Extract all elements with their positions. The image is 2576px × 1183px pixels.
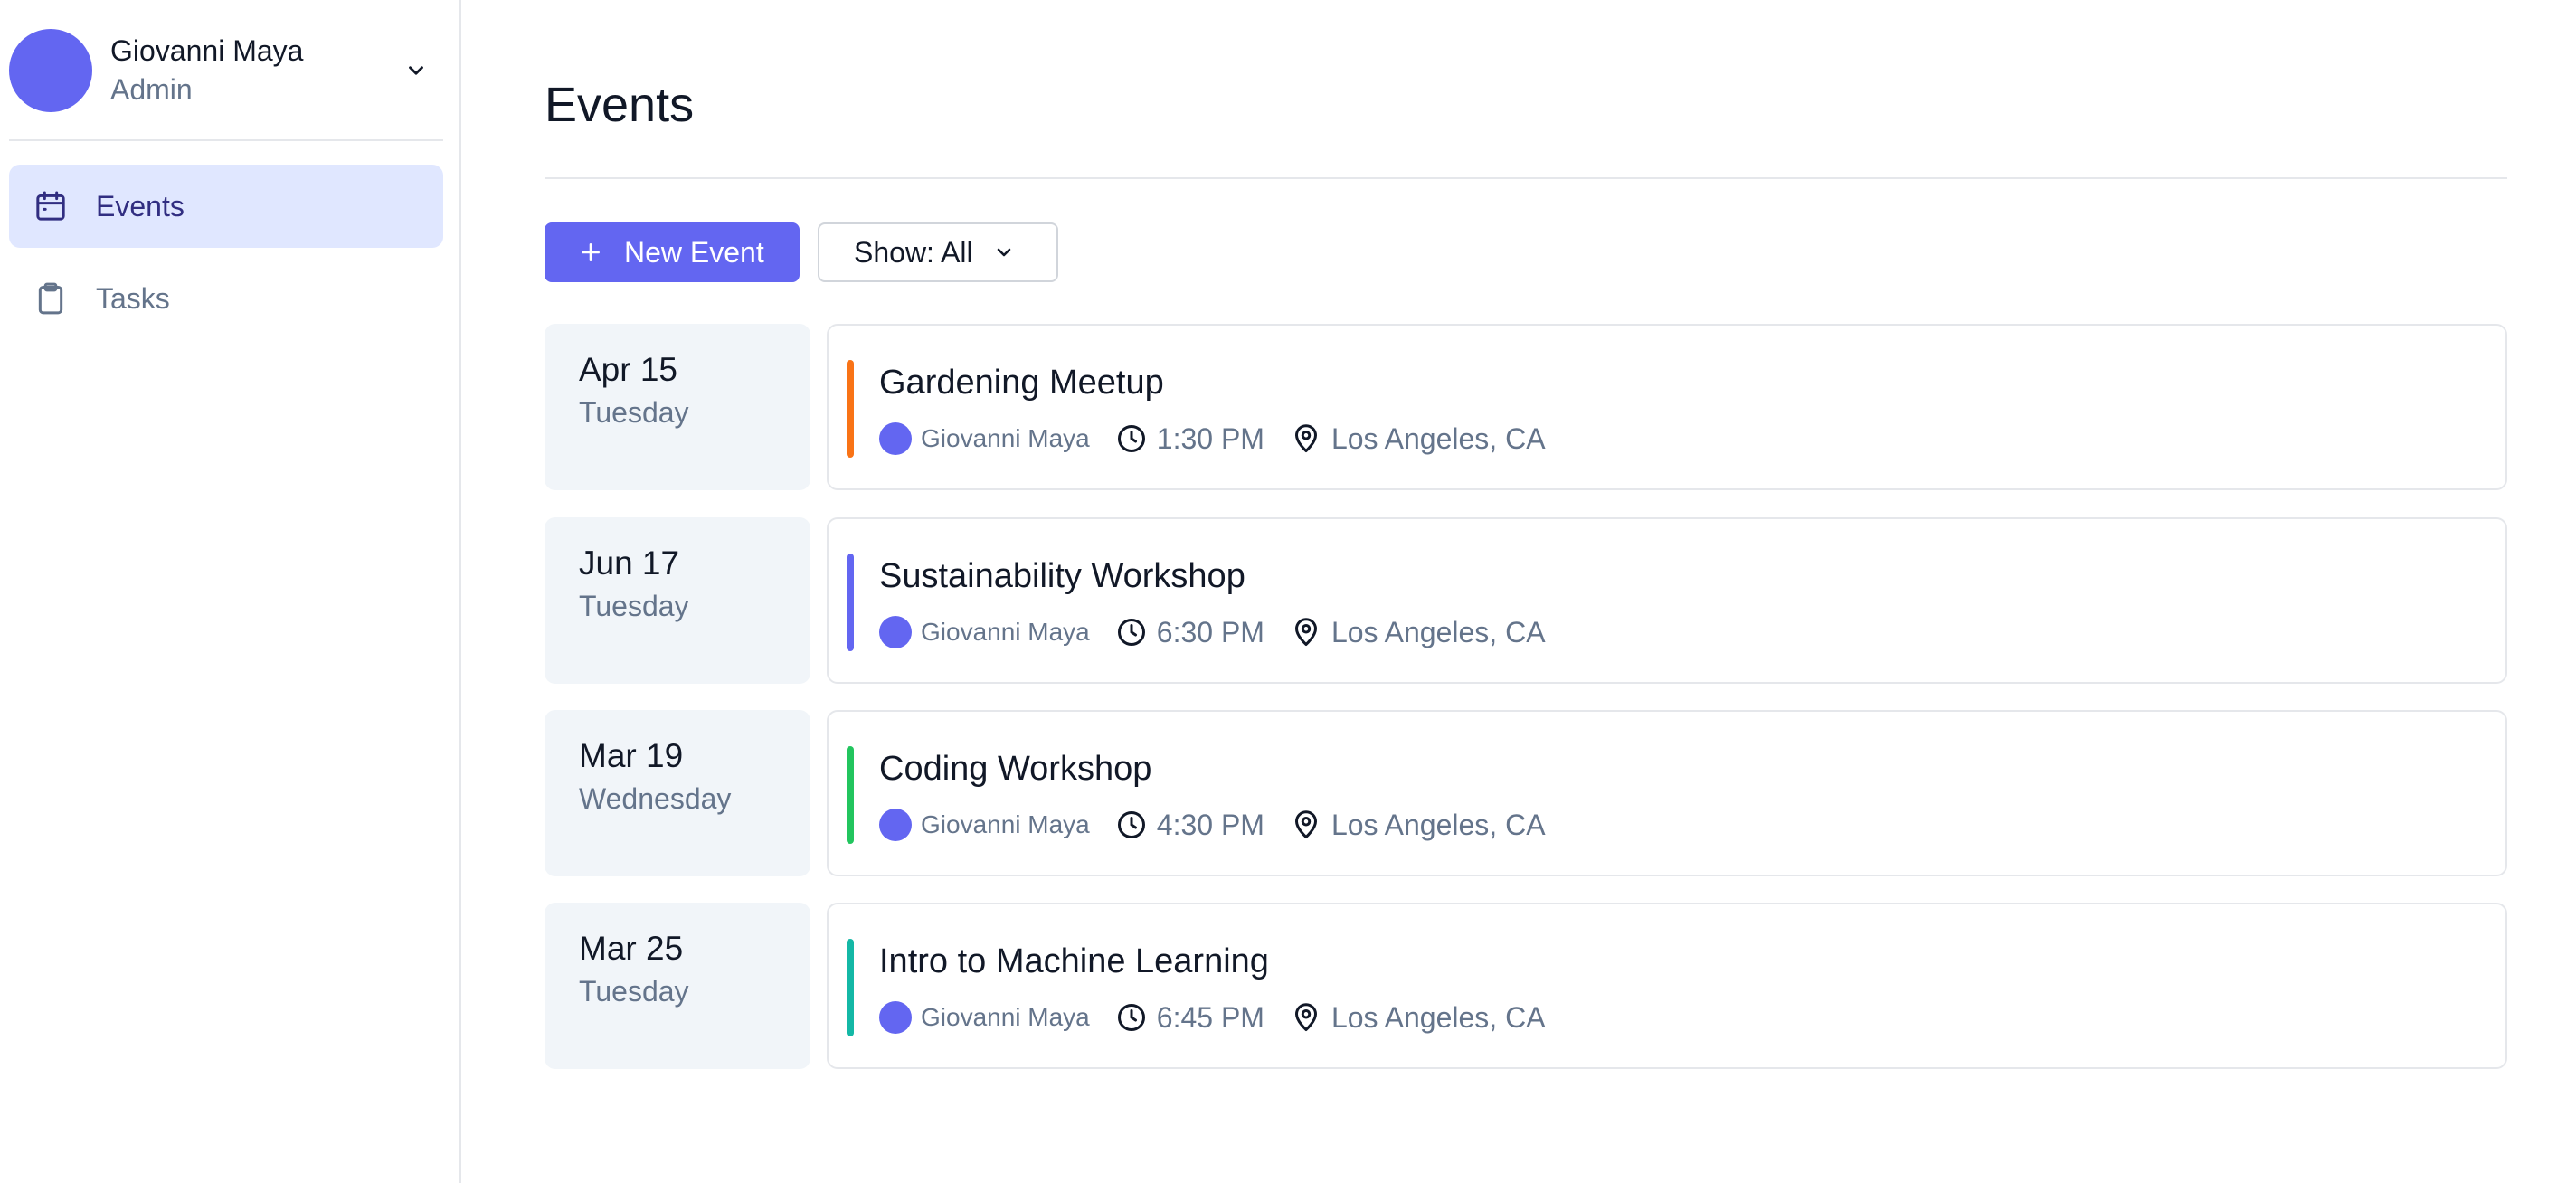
event-weekday: Wednesday bbox=[579, 782, 732, 815]
event-meta: Giovanni Maya 1:30 PM Los Angeles, CA bbox=[879, 420, 1546, 458]
map-pin-icon bbox=[1290, 809, 1322, 841]
app-root: Giovanni Maya Admin Events Tasks Events bbox=[0, 0, 2576, 1183]
date-box: Jun 17 Tuesday bbox=[545, 517, 810, 684]
title-divider bbox=[545, 177, 2507, 179]
avatar bbox=[879, 422, 912, 455]
sidebar: Giovanni Maya Admin Events Tasks bbox=[0, 0, 461, 1183]
event-title: Coding Workshop bbox=[879, 750, 1152, 788]
clipboard-icon bbox=[33, 280, 69, 317]
event-card[interactable]: Coding Workshop Giovanni Maya 4:30 PM Lo… bbox=[827, 710, 2507, 876]
event-meta: Giovanni Maya 4:30 PM Los Angeles, CA bbox=[879, 806, 1546, 844]
map-pin-icon bbox=[1290, 616, 1322, 648]
event-time: 6:30 PM bbox=[1156, 615, 1264, 648]
event-date: Apr 15 bbox=[579, 351, 678, 388]
clock-icon bbox=[1115, 422, 1148, 455]
event-time: 6:45 PM bbox=[1156, 1000, 1264, 1034]
event-organizer: Giovanni Maya bbox=[921, 618, 1090, 646]
event-organizer: Giovanni Maya bbox=[921, 424, 1090, 452]
event-weekday: Tuesday bbox=[579, 590, 689, 622]
user-info: Giovanni Maya Admin bbox=[110, 32, 303, 109]
sidebar-item-label: Events bbox=[96, 189, 185, 222]
event-meta: Giovanni Maya 6:30 PM Los Angeles, CA bbox=[879, 613, 1546, 651]
event-title: Sustainability Workshop bbox=[879, 557, 1245, 595]
user-role: Admin bbox=[110, 73, 193, 106]
event-organizer: Giovanni Maya bbox=[921, 810, 1090, 838]
event-card[interactable]: Sustainability Workshop Giovanni Maya 6:… bbox=[827, 517, 2507, 684]
sidebar-item-events[interactable]: Events bbox=[9, 165, 443, 248]
chevron-down-icon[interactable] bbox=[398, 52, 434, 89]
event-card[interactable]: Gardening Meetup Giovanni Maya 1:30 PM L… bbox=[827, 324, 2507, 490]
event-location: Los Angeles, CA bbox=[1331, 1000, 1546, 1034]
map-pin-icon bbox=[1290, 422, 1322, 455]
user-name: Giovanni Maya bbox=[110, 34, 304, 67]
sidebar-divider bbox=[9, 139, 443, 141]
event-card[interactable]: Intro to Machine Learning Giovanni Maya … bbox=[827, 903, 2507, 1069]
event-time: 1:30 PM bbox=[1156, 421, 1264, 455]
clock-icon bbox=[1115, 616, 1148, 648]
event-date: Mar 25 bbox=[579, 930, 684, 967]
event-color-bar bbox=[847, 939, 854, 1036]
map-pin-icon bbox=[1290, 1001, 1322, 1034]
event-weekday: Tuesday bbox=[579, 396, 689, 429]
event-organizer: Giovanni Maya bbox=[921, 1003, 1090, 1031]
event-location: Los Angeles, CA bbox=[1331, 615, 1546, 648]
clock-icon bbox=[1115, 1001, 1148, 1034]
event-title: Gardening Meetup bbox=[879, 364, 1164, 402]
event-row: Jun 17 Tuesday Sustainability Workshop G… bbox=[545, 517, 2507, 684]
show-filter-dropdown[interactable]: Show: All bbox=[818, 222, 1058, 282]
event-meta: Giovanni Maya 6:45 PM Los Angeles, CA bbox=[879, 998, 1546, 1036]
filter-label: Show: All bbox=[854, 235, 973, 269]
clock-icon bbox=[1115, 809, 1148, 841]
date-box: Mar 25 Tuesday bbox=[545, 903, 810, 1069]
event-row: Mar 19 Wednesday Coding Workshop Giovann… bbox=[545, 710, 2507, 876]
event-color-bar bbox=[847, 554, 854, 651]
event-title: Intro to Machine Learning bbox=[879, 942, 1269, 980]
new-event-button[interactable]: New Event bbox=[545, 222, 800, 282]
main-content: Events New Event Show: All Apr 15 Tuesda… bbox=[545, 0, 2507, 1183]
sidebar-item-label: Tasks bbox=[96, 281, 170, 315]
event-row: Apr 15 Tuesday Gardening Meetup Giovanni… bbox=[545, 324, 2507, 490]
date-box: Mar 19 Wednesday bbox=[545, 710, 810, 876]
plus-icon bbox=[579, 241, 602, 264]
chevron-down-icon bbox=[993, 241, 1015, 263]
user-profile[interactable]: Giovanni Maya Admin bbox=[9, 22, 443, 119]
event-location: Los Angeles, CA bbox=[1331, 808, 1546, 841]
page-title: Events bbox=[545, 78, 695, 132]
event-color-bar bbox=[847, 746, 854, 844]
event-date: Jun 17 bbox=[579, 544, 680, 582]
event-time: 4:30 PM bbox=[1156, 808, 1264, 841]
date-box: Apr 15 Tuesday bbox=[545, 324, 810, 490]
new-event-label: New Event bbox=[624, 235, 764, 269]
avatar bbox=[879, 1001, 912, 1034]
sidebar-item-tasks[interactable]: Tasks bbox=[9, 257, 443, 340]
event-weekday: Tuesday bbox=[579, 975, 689, 1008]
event-color-bar bbox=[847, 360, 854, 458]
avatar bbox=[879, 809, 912, 841]
avatar bbox=[879, 616, 912, 648]
avatar bbox=[9, 29, 92, 112]
calendar-icon bbox=[33, 188, 69, 224]
event-row: Mar 25 Tuesday Intro to Machine Learning… bbox=[545, 903, 2507, 1069]
event-location: Los Angeles, CA bbox=[1331, 421, 1546, 455]
event-date: Mar 19 bbox=[579, 737, 684, 774]
